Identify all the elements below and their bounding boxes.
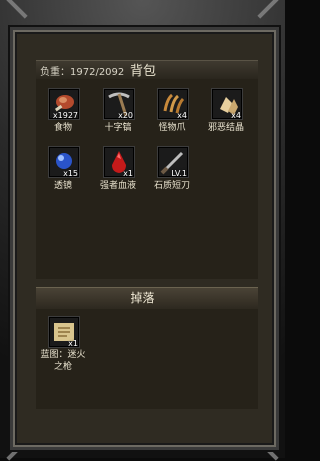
item-level: LV.1 (171, 169, 187, 178)
item-label-strong-blood: 强者血液 (99, 181, 136, 191)
item-count: x20 (118, 111, 133, 120)
item-count: x1 (123, 169, 133, 178)
item-count: x4 (177, 111, 187, 120)
item-food[interactable]: x1927 (48, 88, 80, 120)
item-label-pickaxe: 十字镐 (104, 123, 132, 133)
item-stone-dagger[interactable]: LV.1 (157, 146, 189, 178)
item-label-evil-crystal: 邪恶结晶 (207, 123, 244, 133)
drop-title: 掉落 (130, 291, 155, 305)
item-lens[interactable]: x15 (48, 146, 80, 178)
item-count: x1927 (52, 111, 78, 120)
item-evil-crystal[interactable]: x4 (211, 88, 243, 120)
drop-item-label-line2: 之枪 (53, 362, 72, 372)
item-label-food: 食物 (53, 123, 72, 133)
weight-label: 负重：1972/2092 (40, 67, 125, 78)
item-strong-blood[interactable]: x1 (103, 146, 135, 178)
item-label-lens: 透镜 (53, 181, 72, 191)
bag-title: 背包 (130, 64, 157, 79)
item-monster-claw[interactable]: x4 (157, 88, 189, 120)
item-pickaxe[interactable]: x20 (103, 88, 135, 120)
item-count: x4 (231, 111, 241, 120)
item-count: x15 (63, 169, 78, 178)
item-label-stone-dagger: 石质短刀 (153, 181, 190, 191)
item-label-monster-claw: 怪物爪 (158, 123, 186, 133)
drop-item-blueprint[interactable]: x1 (48, 316, 80, 348)
